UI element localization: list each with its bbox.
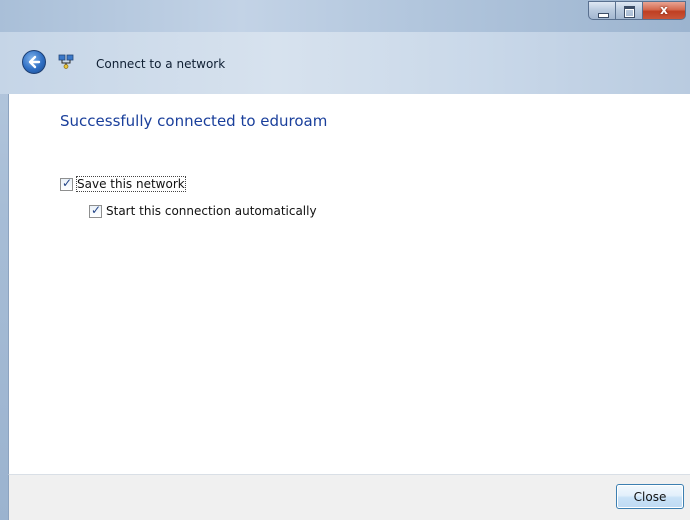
save-network-checkbox[interactable]	[60, 176, 73, 191]
maximize-button[interactable]	[615, 1, 642, 20]
save-network-option[interactable]: Save this network	[60, 176, 186, 192]
start-automatically-option[interactable]: Start this connection automatically	[89, 203, 317, 218]
save-network-label[interactable]: Save this network	[76, 176, 186, 192]
close-button[interactable]: Close	[616, 484, 684, 509]
network-icon	[58, 53, 74, 69]
start-automatically-label[interactable]: Start this connection automatically	[106, 204, 317, 218]
title-bar: x	[0, 0, 690, 32]
dialog-title: Connect to a network	[96, 57, 226, 71]
close-icon: x	[660, 3, 668, 17]
close-window-button[interactable]: x	[642, 1, 686, 20]
minimize-icon	[598, 13, 609, 18]
minimize-button[interactable]	[588, 1, 615, 20]
back-button[interactable]	[22, 50, 46, 74]
maximize-icon	[624, 6, 635, 18]
status-message: Successfully connected to eduroam	[60, 112, 328, 130]
content-pane: Successfully connected to eduroam Save t…	[8, 94, 690, 474]
start-automatically-checkbox[interactable]	[89, 203, 102, 218]
caption-buttons: x	[588, 1, 686, 20]
dialog-window: x Connect to a network Successfully conn…	[0, 0, 690, 520]
back-arrow-icon	[28, 55, 41, 69]
footer-bar: Close	[8, 474, 690, 520]
